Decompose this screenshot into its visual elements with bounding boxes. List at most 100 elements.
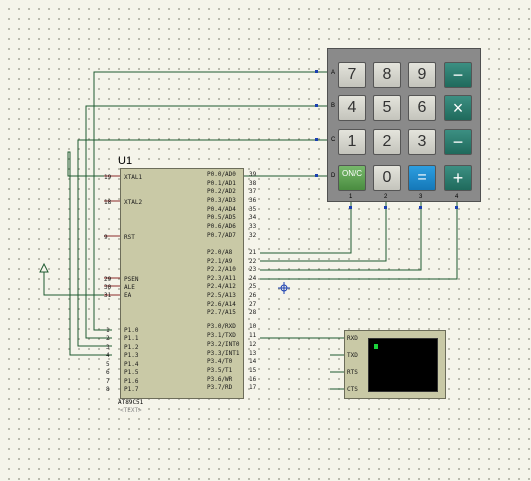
mcu-pin-label: PSEN xyxy=(124,276,139,283)
keypad-col-number: 1 xyxy=(349,194,353,200)
keypad-key[interactable]: 7 xyxy=(338,62,366,88)
mcu-pin-label: P2.4/A12 xyxy=(207,283,236,290)
wire-col-2 xyxy=(260,200,387,262)
mcu-pin-label: P3.3/INT1 xyxy=(207,350,240,357)
keypad-key[interactable]: = xyxy=(408,165,436,191)
mcu-pin-number: 23 xyxy=(249,266,257,273)
virtual-terminal[interactable] xyxy=(344,330,446,399)
mcu-pin-number: 31 xyxy=(104,292,112,299)
mcu-pin-label: P3.6/WR xyxy=(207,376,233,383)
mcu-pin-label: P0.2/AD2 xyxy=(207,188,236,195)
keypad[interactable]: 7 8 9−4 5 6 × 1 2 3− ON/C 0 = + xyxy=(327,48,481,202)
mcu-pin-label: P1.2 xyxy=(124,344,139,351)
mcu-pin-number: 7 xyxy=(106,378,110,385)
keypad-key[interactable]: + xyxy=(444,165,472,191)
keypad-row-letter: B xyxy=(331,103,336,109)
keypad-key[interactable]: 0 xyxy=(373,165,401,191)
mcu-pin-label: P3.2/INT0 xyxy=(207,341,240,348)
mcu-pin-number: 28 xyxy=(249,309,257,316)
mcu-pin-number: 37 xyxy=(249,188,257,195)
mcu-pin-number: 32 xyxy=(249,232,257,239)
keypad-key[interactable]: − xyxy=(444,129,472,155)
mcu-pin-label: P2.7/A15 xyxy=(207,309,236,316)
mcu-part-name: AT89C51 xyxy=(118,399,144,406)
mcu-pin-number: 2 xyxy=(106,335,110,342)
mcu-pin-number: 19 xyxy=(104,174,112,181)
mcu-pin-number: 10 xyxy=(249,323,257,330)
mcu-part-subtext: <TEXT> xyxy=(120,407,142,414)
keypad-key[interactable]: 8 xyxy=(373,62,401,88)
mcu-pin-label: P1.1 xyxy=(124,335,139,342)
mcu-pin-label: EA xyxy=(124,292,132,299)
mcu-pin-number: 4 xyxy=(106,352,110,359)
mcu-pin-number: 17 xyxy=(249,384,257,391)
mcu-pin-label: P0.6/AD6 xyxy=(207,223,236,230)
mcu-pin-number: 21 xyxy=(249,249,257,256)
keypad-key[interactable]: − xyxy=(444,62,472,88)
mcu-pin-label: ALE xyxy=(124,284,135,291)
mcu-pin-label: P1.4 xyxy=(124,361,139,368)
mcu-pin-label: P3.1/TXD xyxy=(207,332,236,339)
keypad-key[interactable]: 4 xyxy=(338,95,366,121)
mcu-pin-label: P1.0 xyxy=(124,327,139,334)
terminal-pin-label: RTS xyxy=(347,369,358,376)
mcu-pin-label: P2.1/A9 xyxy=(207,258,233,265)
mcu-pin-number: 29 xyxy=(104,276,112,283)
mcu-pin-number: 9 xyxy=(104,234,108,241)
mcu-pin-number: 14 xyxy=(249,358,257,365)
keypad-key[interactable]: 5 xyxy=(373,95,401,121)
mcu-pin-label: P3.7/RD xyxy=(207,384,233,391)
mcu-pin-number: 22 xyxy=(249,258,257,265)
terminal-cursor xyxy=(374,344,378,349)
keypad-col-number: 2 xyxy=(384,194,388,200)
mcu-pin-number: 3 xyxy=(106,344,110,351)
keypad-key[interactable]: ON/C xyxy=(338,165,366,191)
keypad-key[interactable]: 2 xyxy=(373,129,401,155)
mcu-pin-number: 33 xyxy=(249,223,257,230)
mcu-pin-label: P0.7/AD7 xyxy=(207,232,236,239)
mcu-pin-number: 13 xyxy=(249,350,257,357)
mcu-pin-label: P2.3/A11 xyxy=(207,275,236,282)
crosshair-cursor-icon xyxy=(278,282,290,294)
wire-col-3 xyxy=(260,200,422,271)
mcu-pin-label: P2.0/A8 xyxy=(207,249,233,256)
keypad-key[interactable]: 6 xyxy=(408,95,436,121)
terminal-screen xyxy=(368,338,438,392)
mcu-pin-number: 34 xyxy=(249,214,257,221)
mcu-pin-number: 15 xyxy=(249,367,257,374)
keypad-row-letter: A xyxy=(331,70,336,76)
mcu-pin-label: P1.3 xyxy=(124,352,139,359)
mcu-pin-number: 27 xyxy=(249,301,257,308)
keypad-col-number: 4 xyxy=(455,194,459,200)
mcu-pin-label: XTAL1 xyxy=(124,174,143,181)
mcu-pin-label: P0.3/AD3 xyxy=(207,197,236,204)
mcu-pin-number: 26 xyxy=(249,292,257,299)
mcu-pin-number: 30 xyxy=(104,284,112,291)
mcu-pin-number: 6 xyxy=(106,369,110,376)
mcu-pin-number: 8 xyxy=(106,386,110,393)
keypad-key[interactable]: × xyxy=(444,95,472,121)
terminal-pin-label: RXD xyxy=(347,335,358,342)
keypad-col-number: 3 xyxy=(419,194,423,200)
mcu-pin-label: P2.6/A14 xyxy=(207,301,236,308)
mcu-pin-label: P0.4/AD4 xyxy=(207,206,236,213)
mcu-pin-label: P3.4/T0 xyxy=(207,358,233,365)
keypad-key[interactable]: 3 xyxy=(408,129,436,155)
terminal-pin-label: TXD xyxy=(347,352,358,359)
mcu-pin-number: 12 xyxy=(249,341,257,348)
mcu-pin-number: 18 xyxy=(104,199,112,206)
terminal-pin-label: CTS xyxy=(347,386,358,393)
mcu-pin-number: 5 xyxy=(106,361,110,368)
mcu-pin-label: P1.6 xyxy=(124,378,139,385)
mcu-pin-number: 16 xyxy=(249,376,257,383)
keypad-row-letter: C xyxy=(331,137,336,143)
mcu-pin-label: RST xyxy=(124,234,135,241)
wire-col-1 xyxy=(260,200,352,254)
keypad-key[interactable]: 9 xyxy=(408,62,436,88)
mcu-pin-number: 1 xyxy=(106,327,110,334)
mcu-pin-number: 36 xyxy=(249,197,257,204)
keypad-key[interactable]: 1 xyxy=(338,129,366,155)
ground-symbol xyxy=(39,262,49,273)
mcu-pin-label: XTAL2 xyxy=(124,199,143,206)
mcu-pin-label: P1.5 xyxy=(124,369,139,376)
